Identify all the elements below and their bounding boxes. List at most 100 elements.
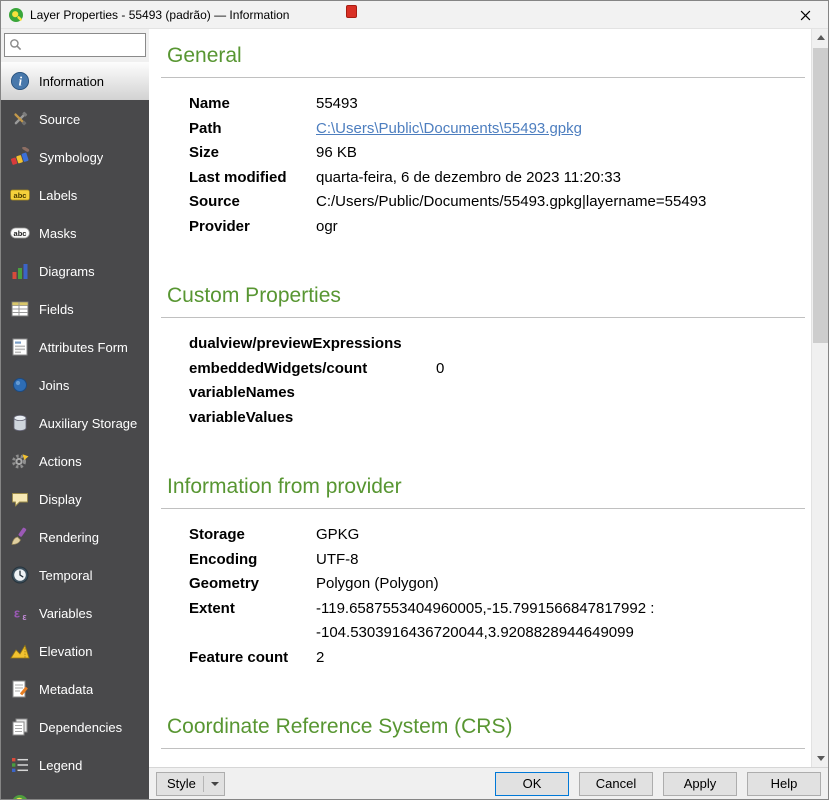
sidebar-item-label: Elevation [39, 644, 92, 659]
path-link[interactable]: C:\Users\Public\Documents\55493.gpkg [316, 120, 582, 137]
provider-rows: Storage GPKG Encoding UTF-8 Geometry Pol… [159, 523, 807, 670]
section-divider [161, 748, 805, 749]
svg-text:ε: ε [14, 606, 20, 621]
info-row-embedded-widgets: embeddedWidgets/count 0 [159, 357, 807, 382]
search-input[interactable] [4, 33, 146, 57]
apply-button[interactable]: Apply [663, 772, 737, 796]
close-button[interactable] [783, 1, 828, 29]
fields-icon [9, 298, 31, 320]
ok-button[interactable]: OK [495, 772, 569, 796]
attributes-form-icon [9, 336, 31, 358]
masks-icon: abc [9, 222, 31, 244]
section-heading-provider-info: Information from provider [167, 474, 807, 500]
rendering-icon [9, 526, 31, 548]
sidebar-item-label: Auxiliary Storage [39, 416, 137, 431]
cancel-button[interactable]: Cancel [579, 772, 653, 796]
sidebar-item-information[interactable]: i Information [1, 62, 149, 100]
sidebar-item-label: Display [39, 492, 82, 507]
elevation-icon [9, 640, 31, 662]
chevron-down-icon [211, 782, 219, 786]
info-row-size: Size 96 KB [159, 141, 807, 166]
display-icon [9, 488, 31, 510]
sidebar-item-label: Fields [39, 302, 74, 317]
symbology-icon [9, 146, 31, 168]
svg-text:i: i [19, 75, 23, 89]
sidebar-item-dependencies[interactable]: Dependencies [1, 708, 149, 746]
scroll-up-icon [817, 35, 825, 40]
sidebar-search [1, 29, 149, 62]
actions-icon [9, 450, 31, 472]
sidebar-item-masks[interactable]: abc Masks [1, 214, 149, 252]
info-row-dualview: dualview/previewExpressions [159, 332, 807, 357]
help-button[interactable]: Help [747, 772, 821, 796]
section-heading-crs: Coordinate Reference System (CRS) [167, 714, 807, 740]
dialog-button-bar: Style OK Cancel Apply Help [149, 767, 828, 799]
auxiliary-storage-icon [9, 412, 31, 434]
info-row-path: Path C:\Users\Public\Documents\55493.gpk… [159, 117, 807, 142]
legend-icon [9, 754, 31, 776]
title-bar: Layer Properties - 55493 (padrão) — Info… [1, 1, 828, 29]
info-row-extent: Extent -119.6587553404960005,-15.7991566… [159, 597, 807, 646]
sidebar-item-variables[interactable]: εε Variables [1, 594, 149, 632]
info-row-variable-values: variableValues [159, 406, 807, 431]
info-row-provider: Provider ogr [159, 215, 807, 240]
sidebar-item-label: Temporal [39, 568, 92, 583]
sidebar-item-temporal[interactable]: Temporal [1, 556, 149, 594]
red-indicator-icon [346, 5, 357, 18]
sidebar-item-fields[interactable]: Fields [1, 290, 149, 328]
svg-text:abc: abc [14, 191, 27, 200]
scrollbar-thumb[interactable] [813, 48, 828, 343]
scrollbar-down-button[interactable] [812, 750, 829, 767]
svg-text:ε: ε [22, 612, 27, 622]
style-button-divider [203, 776, 204, 792]
temporal-icon [9, 564, 31, 586]
sidebar-item-label: Actions [39, 454, 82, 469]
scrollbar-up-button[interactable] [812, 29, 829, 46]
sidebar-item-label: Legend [39, 758, 82, 773]
sidebar-item-metadata[interactable]: Metadata [1, 670, 149, 708]
sidebar-item-label: Rendering [39, 530, 99, 545]
sidebar-item-elevation[interactable]: Elevation [1, 632, 149, 670]
section-heading-general: General [167, 43, 807, 69]
scroll-down-icon [817, 756, 825, 761]
sidebar-item-joins[interactable]: Joins [1, 366, 149, 404]
close-icon [800, 10, 811, 21]
sidebar-item-labels[interactable]: abc Labels [1, 176, 149, 214]
joins-icon [9, 374, 31, 396]
layer-properties-dialog: Layer Properties - 55493 (padrão) — Info… [0, 0, 829, 800]
sidebar-item-label: Labels [39, 188, 77, 203]
section-heading-custom-properties: Custom Properties [167, 283, 807, 309]
sidebar-item-diagrams[interactable]: Diagrams [1, 252, 149, 290]
sidebar-item-label: Variables [39, 606, 92, 621]
sidebar-item-legend[interactable]: Legend [1, 746, 149, 784]
sidebar-item-label: Joins [39, 378, 69, 393]
sidebar-item-label: Source [39, 112, 80, 127]
sidebar-item-rendering[interactable]: Rendering [1, 518, 149, 556]
general-rows: Name 55493 Path C:\Users\Public\Document… [159, 92, 807, 239]
info-row-source: Source C:/Users/Public/Documents/55493.g… [159, 190, 807, 215]
sidebar-item-label: Metadata [39, 682, 93, 697]
sidebar-item-label: Information [39, 74, 104, 89]
content-scrollbar[interactable] [811, 29, 828, 767]
sidebar-item-source[interactable]: Source [1, 100, 149, 138]
section-divider [161, 77, 805, 78]
sidebar-item-display[interactable]: Display [1, 480, 149, 518]
sidebar-item-attributes-form[interactable]: Attributes Form [1, 328, 149, 366]
sidebar-item-actions[interactable]: Actions [1, 442, 149, 480]
sidebar-item-symbology[interactable]: Symbology [1, 138, 149, 176]
style-button[interactable]: Style [156, 772, 225, 796]
svg-text:abc: abc [14, 229, 27, 238]
variables-icon: εε [9, 602, 31, 624]
qgis-server-icon [9, 792, 31, 799]
sidebar-item-label: Masks [39, 226, 77, 241]
style-button-label: Style [167, 776, 196, 791]
diagrams-icon [9, 260, 31, 282]
section-divider [161, 508, 805, 509]
sidebar-item-label: Dependencies [39, 720, 122, 735]
sidebar-item-label: Attributes Form [39, 340, 128, 355]
sidebar-item-qgis-server[interactable]: QGIS Server [1, 784, 149, 799]
metadata-icon [9, 678, 31, 700]
info-row-name: Name 55493 [159, 92, 807, 117]
section-divider [161, 317, 805, 318]
sidebar-item-auxiliary-storage[interactable]: Auxiliary Storage [1, 404, 149, 442]
